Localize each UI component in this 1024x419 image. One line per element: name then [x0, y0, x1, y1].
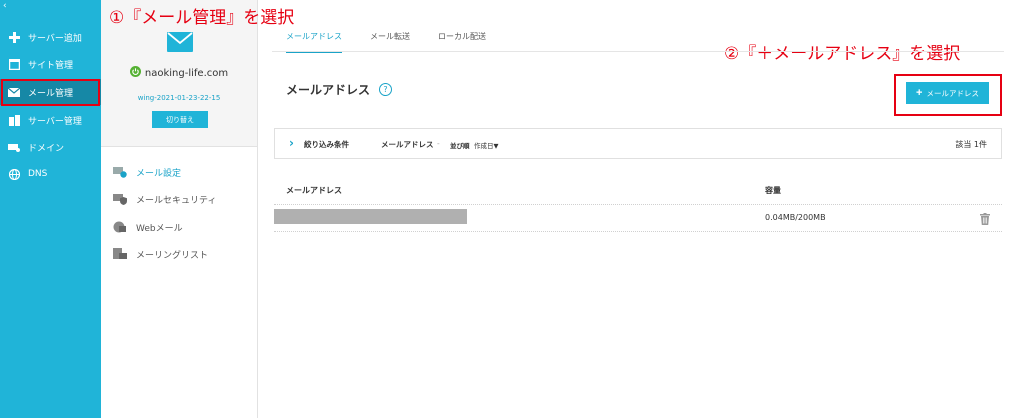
server-name-text: naoking-life.com [144, 68, 229, 79]
globe-icon [7, 167, 21, 181]
mailing-list-icon [113, 247, 127, 261]
page-title: メールアドレス ? [286, 81, 393, 98]
page-title-text: メールアドレス [286, 83, 371, 97]
column-header-mail-address: メールアドレス [286, 186, 342, 195]
switch-server-button[interactable]: 切り替え [152, 111, 208, 128]
table-divider [274, 231, 1002, 232]
collapse-chevron-icon[interactable]: ‹ [3, 1, 7, 11]
add-mail-address-button[interactable]: + メールアドレス [906, 82, 989, 104]
add-mail-address-label: メールアドレス [926, 88, 979, 98]
mail-security-icon [113, 192, 127, 206]
domain-icon [7, 140, 21, 154]
envelope-icon [7, 85, 21, 99]
trash-icon[interactable] [980, 210, 990, 229]
annotation-step1: ①『メール管理』を選択 [109, 8, 295, 28]
building-icon [7, 113, 21, 127]
menu-item-mailing-list[interactable]: メーリングリスト [113, 247, 208, 261]
menu-item-label: Webメール [136, 223, 183, 234]
server-name: naoking-life.com [101, 66, 257, 80]
mail-settings-icon [113, 165, 127, 179]
server-menu: メール設定 メールセキュリティ Webメール メーリングリスト [101, 146, 257, 419]
filter-bar[interactable]: › 絞り込み条件 メールアドレス - 並び順 作成日▼ 該当 1件 [274, 128, 1002, 159]
menu-item-mail-security[interactable]: メールセキュリティ [113, 192, 216, 206]
sort-label: 並び順 [450, 142, 470, 150]
server-id: wing-2021-01-23-22-15 [137, 94, 221, 102]
capacity-value: 0.04MB/200MB [765, 213, 826, 222]
nav-item-label: サイト管理 [28, 60, 74, 71]
filter-field-value: - [437, 139, 440, 148]
webmail-icon [113, 220, 127, 234]
chevron-right-icon[interactable]: › [289, 136, 294, 150]
nav-item-mail-management[interactable]: メール管理 [0, 79, 101, 105]
mail-badge-icon [167, 32, 193, 56]
power-status-icon [129, 66, 141, 80]
menu-item-label: メーリングリスト [136, 250, 209, 261]
filter-title: 絞り込み条件 [304, 140, 349, 149]
help-icon[interactable]: ? [379, 83, 393, 96]
masked-mail-address[interactable] [274, 209, 467, 224]
table-divider [274, 204, 1002, 205]
tab-bar: メールアドレス メール転送 ローカル配送 [286, 29, 514, 53]
nav-item-label: サーバー追加 [28, 33, 82, 44]
plus-icon: + [916, 87, 923, 99]
sort-value[interactable]: 作成日▼ [474, 140, 499, 150]
left-nav: ‹ サーバー追加 サイト管理 メール管理 サーバー管理 ドメイン DNS [0, 0, 101, 418]
nav-item-label: メール管理 [28, 88, 74, 99]
annotation-step2: ②『＋メールアドレス』を選択 [724, 44, 961, 64]
filter-field-mail-address: メールアドレス [381, 140, 434, 149]
plus-icon [7, 30, 21, 44]
tab-mail-address[interactable]: メールアドレス [286, 29, 342, 53]
menu-item-label: メール設定 [136, 168, 182, 179]
column-header-capacity: 容量 [765, 186, 781, 195]
nav-item-add-server[interactable]: サーバー追加 [0, 24, 101, 50]
nav-item-label: サーバー管理 [28, 116, 82, 127]
nav-item-label: ドメイン [28, 143, 65, 154]
tab-local-delivery[interactable]: ローカル配送 [438, 29, 486, 51]
nav-item-site-management[interactable]: サイト管理 [0, 51, 101, 77]
window-icon [7, 57, 21, 71]
tab-mail-forwarding[interactable]: メール転送 [370, 29, 410, 51]
nav-item-dns[interactable]: DNS [0, 161, 101, 187]
nav-item-server-management[interactable]: サーバー管理 [0, 107, 101, 133]
menu-item-label: メールセキュリティ [136, 195, 217, 206]
menu-item-webmail[interactable]: Webメール [113, 220, 183, 234]
server-panel: naoking-life.com wing-2021-01-23-22-15 切… [101, 0, 258, 419]
nav-item-domain[interactable]: ドメイン [0, 134, 101, 160]
nav-item-label: DNS [28, 169, 48, 179]
result-count: 該当 1件 [955, 140, 987, 149]
tab-divider [272, 51, 1004, 52]
menu-item-mail-settings[interactable]: メール設定 [113, 165, 181, 179]
